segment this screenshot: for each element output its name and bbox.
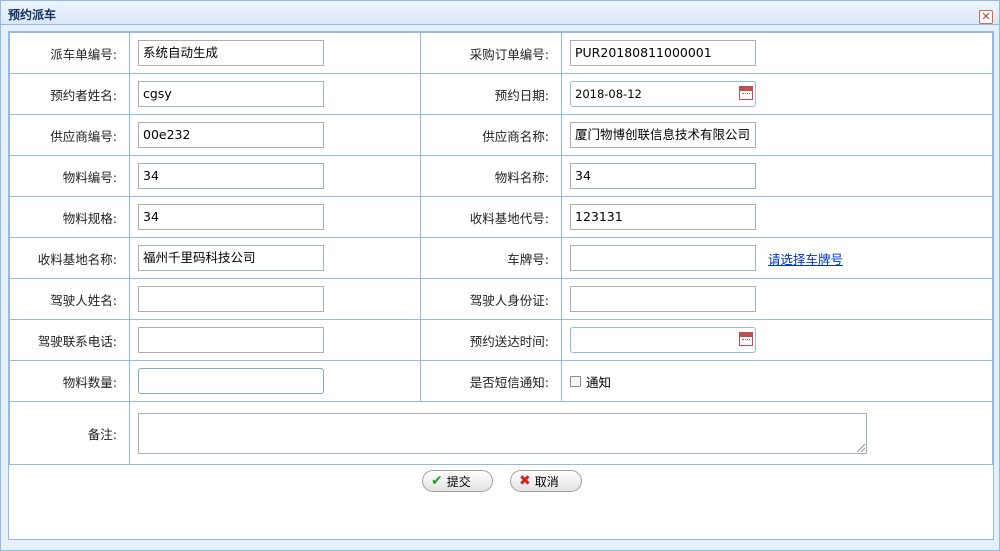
reserver-name-label: 预约者姓名: [9, 73, 130, 115]
plate-no-label: 车牌号: [420, 237, 562, 279]
supplier-no-label: 供应商编号: [9, 114, 130, 156]
material-name-field[interactable]: 34 [570, 163, 756, 189]
material-spec-field[interactable]: 34 [138, 204, 324, 230]
form-row: 供应商编号: 00e232 供应商名称: 厦门物博创联信息技术有限公司 [9, 114, 993, 156]
driver-name-label: 驾驶人姓名: [9, 278, 130, 320]
cancel-button-label: 取消 [534, 474, 559, 489]
material-qty-label: 物料数量: [9, 360, 130, 402]
close-icon[interactable]: ✕ [979, 10, 993, 24]
driver-phone-label: 驾驶联系电话: [9, 319, 130, 361]
form-row: 派车单编号: 系统自动生成 采购订单编号: PUR20180811000001 [9, 32, 993, 74]
reserve-date-field[interactable]: 2018-08-12 [570, 81, 756, 107]
resize-grip-icon[interactable] [857, 443, 865, 452]
button-row: ✔ 提交 ✖ 取消 [9, 470, 993, 492]
dialog-titlebar: 预约派车 ✕ [1, 1, 999, 25]
plate-no-field[interactable] [570, 245, 756, 271]
form-row: 驾驶人姓名: 驾驶人身份证: [9, 278, 993, 320]
reservation-dialog: 预约派车 ✕ 派车单编号: 系统自动生成 采购订单编号: PUR20180811… [0, 0, 1000, 551]
supplier-name-label: 供应商名称: [420, 114, 562, 156]
receiving-base-code-field[interactable]: 123131 [570, 204, 756, 230]
sms-notify-label: 是否短信通知: [420, 360, 562, 402]
driver-name-field[interactable] [138, 286, 324, 312]
remark-textarea[interactable] [138, 412, 867, 454]
dispatch-no-field[interactable]: 系统自动生成 [138, 40, 324, 66]
submit-button-label: 提交 [446, 474, 471, 489]
notify-checkbox[interactable] [570, 375, 581, 387]
form-row: 驾驶联系电话: 预约送达时间: [9, 319, 993, 361]
plate-no-group: 请选择车牌号 [570, 245, 992, 271]
calendar-icon[interactable] [739, 86, 753, 100]
form-row: 备注: [9, 401, 993, 465]
driver-id-field[interactable] [570, 286, 756, 312]
dispatch-no-label: 派车单编号: [9, 32, 130, 74]
calendar-icon[interactable] [739, 332, 753, 346]
receiving-base-name-label: 收料基地名称: [9, 237, 130, 279]
material-qty-field[interactable] [138, 368, 324, 394]
sms-notify-option[interactable]: 通知 [570, 372, 992, 391]
select-plate-link[interactable]: 请选择车牌号 [768, 249, 843, 268]
delivery-time-label: 预约送达时间: [420, 319, 562, 361]
remark-label: 备注: [9, 401, 130, 465]
purchase-order-no-label: 采购订单编号: [420, 32, 562, 74]
reserve-date-value: 2018-08-12 [575, 87, 642, 101]
purchase-order-no-field[interactable]: PUR20180811000001 [570, 40, 756, 66]
form-row: 物料数量: 是否短信通知: 通知 [9, 360, 993, 402]
material-no-field[interactable]: 34 [138, 163, 324, 189]
form-row: 物料编号: 34 物料名称: 34 [9, 155, 993, 197]
reserve-date-label: 预约日期: [420, 73, 562, 115]
form-row: 物料规格: 34 收料基地代号: 123131 [9, 196, 993, 238]
form-table: 派车单编号: 系统自动生成 采购订单编号: PUR20180811000001 … [9, 32, 993, 465]
supplier-name-field[interactable]: 厦门物博创联信息技术有限公司 [570, 122, 756, 148]
check-icon: ✔ [431, 473, 443, 489]
reserver-name-field[interactable]: cgsy [138, 81, 324, 107]
cross-icon: ✖ [519, 473, 531, 489]
form-row: 预约者姓名: cgsy 预约日期: 2018-08-12 [9, 73, 993, 115]
cancel-button[interactable]: ✖ 取消 [510, 470, 582, 492]
submit-button[interactable]: ✔ 提交 [422, 470, 493, 492]
material-no-label: 物料编号: [9, 155, 130, 197]
delivery-time-field[interactable] [570, 327, 756, 353]
form-body: 派车单编号: 系统自动生成 采购订单编号: PUR20180811000001 … [8, 31, 994, 540]
receiving-base-code-label: 收料基地代号: [420, 196, 562, 238]
material-name-label: 物料名称: [420, 155, 562, 197]
driver-phone-field[interactable] [138, 327, 324, 353]
form-row: 收料基地名称: 福州千里码科技公司 车牌号: 请选择车牌号 [9, 237, 993, 279]
supplier-no-field[interactable]: 00e232 [138, 122, 324, 148]
notify-checkbox-label: 通知 [586, 374, 612, 390]
material-spec-label: 物料规格: [9, 196, 130, 238]
driver-id-label: 驾驶人身份证: [420, 278, 562, 320]
receiving-base-name-field[interactable]: 福州千里码科技公司 [138, 245, 324, 271]
dialog-title: 预约派车 [8, 8, 57, 22]
